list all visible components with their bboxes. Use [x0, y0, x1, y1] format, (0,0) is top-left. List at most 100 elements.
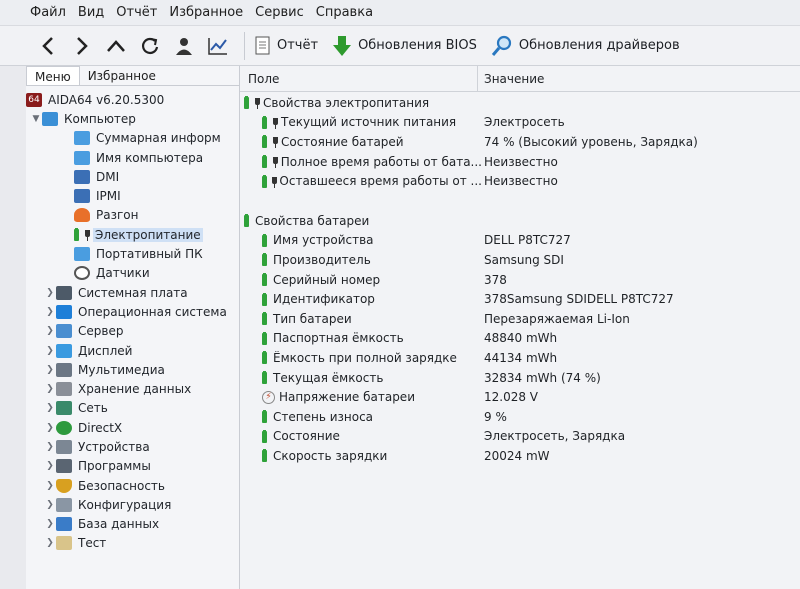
menu-favorites[interactable]: Избранное: [169, 5, 243, 20]
chart-button[interactable]: [204, 32, 232, 60]
magnifier-icon: [491, 35, 513, 57]
forward-button[interactable]: [68, 32, 96, 60]
toolbar-separator: [244, 31, 245, 60]
section-battery-properties[interactable]: Свойства батареи: [240, 211, 800, 231]
chevron-right-icon[interactable]: ❯: [44, 288, 56, 298]
chevron-right-icon[interactable]: ❯: [44, 461, 56, 471]
menu-view[interactable]: Вид: [78, 5, 104, 20]
chevron-right-icon[interactable]: ❯: [44, 423, 56, 433]
table-row[interactable]: Тип батареи Перезаряжаемая Li-Ion: [240, 309, 800, 329]
battery-icon: [262, 292, 269, 306]
battery-icon: [262, 135, 269, 149]
battery-icon: [262, 273, 269, 287]
database-icon: [56, 517, 72, 532]
storage-icon: [56, 382, 72, 397]
tree-item-motherboard[interactable]: ❯ Системная плата: [26, 283, 239, 302]
tree-item-storage[interactable]: ❯ Хранение данных: [26, 379, 239, 398]
table-row[interactable]: Имя устройства DELL P8TC727: [240, 231, 800, 251]
table-row[interactable]: Серийный номер 378: [240, 270, 800, 290]
report-button[interactable]: Отчёт: [255, 36, 318, 56]
tree-item-server[interactable]: ❯ Сервер: [26, 322, 239, 341]
chevron-down-icon[interactable]: ▼: [30, 114, 42, 124]
table-row[interactable]: Полное время работы от бата... Неизвестн…: [240, 152, 800, 172]
tree-item-overclock[interactable]: Разгон: [26, 206, 239, 225]
menu-file[interactable]: Файл: [30, 5, 66, 20]
table-row[interactable]: Идентификатор 378Samsung SDIDELL P8TC727: [240, 289, 800, 309]
table-row[interactable]: Производитель Samsung SDI: [240, 250, 800, 270]
tree-item-database[interactable]: ❯ База данных: [26, 515, 239, 534]
table-row[interactable]: Текущий источник питания Электросеть: [240, 113, 800, 133]
menu-help[interactable]: Справка: [316, 5, 373, 20]
chevron-right-icon[interactable]: ❯: [44, 307, 56, 317]
table-row[interactable]: Текущая ёмкость 32834 mWh (74 %): [240, 368, 800, 388]
tree-item-sensors[interactable]: Датчики: [26, 264, 239, 283]
table-row[interactable]: Состояние батарей 74 % (Высокий уровень,…: [240, 132, 800, 152]
table-row[interactable]: ⚡ Напряжение батареи 12.028 V: [240, 387, 800, 407]
tree-item-os[interactable]: ❯ Операционная система: [26, 302, 239, 321]
chevron-right-icon[interactable]: ❯: [44, 403, 56, 413]
tree-item-directx[interactable]: ❯ DirectX: [26, 418, 239, 437]
toolbar: Отчёт Обновления BIOS Обновления драйвер…: [0, 26, 800, 66]
gauge-icon: [74, 266, 90, 281]
driver-updates-button[interactable]: Обновления драйверов: [491, 35, 680, 57]
user-button[interactable]: [170, 32, 198, 60]
battery-icon: [262, 371, 269, 385]
refresh-button[interactable]: [136, 32, 164, 60]
tree-item-display[interactable]: ❯ Дисплей: [26, 341, 239, 360]
tree-item-programs[interactable]: ❯ Программы: [26, 457, 239, 476]
chevron-right-icon[interactable]: ❯: [44, 481, 56, 491]
tree-item-computer-name[interactable]: Имя компьютера: [26, 148, 239, 167]
table-row[interactable]: Паспортная ёмкость 48840 mWh: [240, 329, 800, 349]
chevron-right-icon[interactable]: ❯: [44, 365, 56, 375]
column-field[interactable]: Поле: [240, 66, 478, 91]
chevron-right-icon[interactable]: ❯: [44, 500, 56, 510]
tree-item-summary[interactable]: Суммарная информ: [26, 129, 239, 148]
column-value[interactable]: Значение: [478, 72, 544, 86]
tree-item-security[interactable]: ❯ Безопасность: [26, 476, 239, 495]
chevron-up-icon: [107, 39, 125, 52]
battery-icon: [262, 449, 269, 463]
chevron-left-icon: [42, 36, 53, 55]
plug-icon: [273, 135, 278, 149]
computer-icon: [42, 111, 58, 126]
tab-menu[interactable]: Меню: [26, 66, 80, 85]
chevron-right-icon[interactable]: ❯: [44, 346, 56, 356]
document-icon: [255, 36, 271, 56]
chevron-right-icon[interactable]: ❯: [44, 519, 56, 529]
tree-item-power[interactable]: Электропитание: [26, 225, 239, 244]
chevron-right-icon: [77, 36, 88, 55]
tree-item-ipmi[interactable]: IPMI: [26, 186, 239, 205]
tree-item-config[interactable]: ❯ Конфигурация: [26, 495, 239, 514]
download-arrow-icon: [332, 35, 352, 57]
chevron-right-icon[interactable]: ❯: [44, 326, 56, 336]
tree-item-computer[interactable]: ▼ Компьютер: [26, 109, 239, 128]
tree-item-dmi[interactable]: DMI: [26, 167, 239, 186]
back-button[interactable]: [34, 32, 62, 60]
tree-item-devices[interactable]: ❯ Устройства: [26, 437, 239, 456]
tree-item-root[interactable]: 64 AIDA64 v6.20.5300: [26, 90, 239, 109]
multimedia-icon: [56, 362, 72, 377]
table-row[interactable]: Степень износа 9 %: [240, 407, 800, 427]
tree-item-test[interactable]: ❯ Тест: [26, 534, 239, 553]
network-icon: [56, 401, 72, 416]
bios-updates-button[interactable]: Обновления BIOS: [332, 35, 477, 57]
table-row[interactable]: Оставшееся время работы от ... Неизвестн…: [240, 171, 800, 191]
table-row[interactable]: Ёмкость при полной зарядке 44134 mWh: [240, 348, 800, 368]
refresh-icon: [142, 37, 159, 54]
driver-updates-label: Обновления драйверов: [518, 38, 680, 53]
voltage-icon: ⚡: [262, 390, 275, 404]
tree-item-portable[interactable]: Портативный ПК: [26, 244, 239, 263]
section-power-properties[interactable]: Свойства электропитания: [240, 93, 800, 113]
menu-service[interactable]: Сервис: [255, 5, 304, 20]
menu-report[interactable]: Отчёт: [116, 5, 157, 20]
table-row[interactable]: Скорость зарядки 20024 mW: [240, 446, 800, 466]
tree-item-network[interactable]: ❯ Сеть: [26, 399, 239, 418]
up-button[interactable]: [102, 32, 130, 60]
table-row[interactable]: Состояние Электросеть, Зарядка: [240, 427, 800, 447]
chevron-right-icon[interactable]: ❯: [44, 538, 56, 548]
config-icon: [56, 497, 72, 512]
chevron-right-icon[interactable]: ❯: [44, 442, 56, 452]
tree-item-multimedia[interactable]: ❯ Мультимедиа: [26, 360, 239, 379]
chevron-right-icon[interactable]: ❯: [44, 384, 56, 394]
tab-favorites[interactable]: Избранное: [80, 66, 164, 85]
